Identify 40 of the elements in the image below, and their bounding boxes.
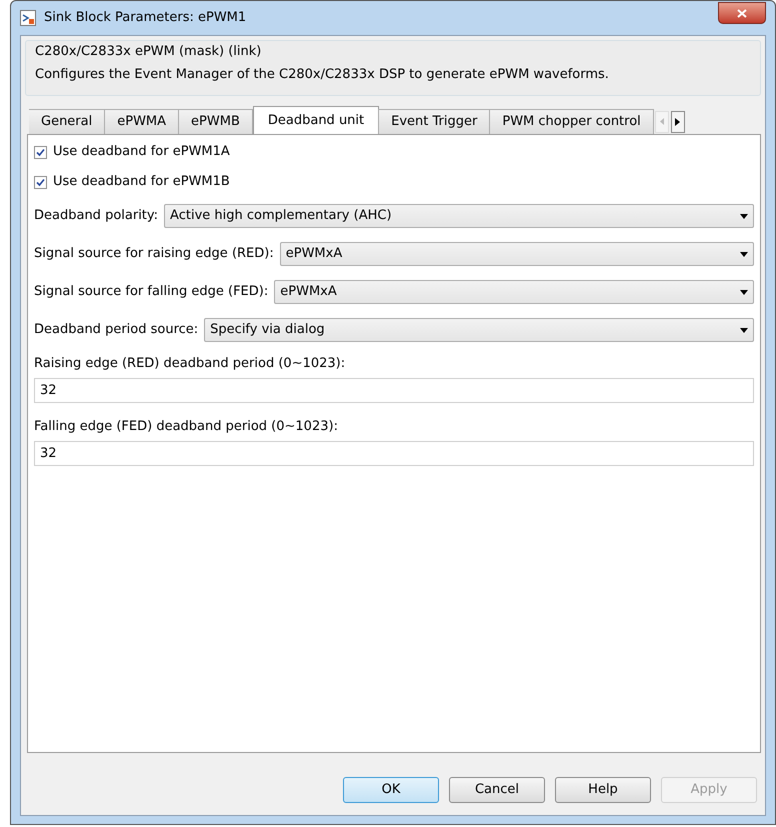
dialog-button[interactable]: Help	[555, 777, 651, 803]
checkbox[interactable]	[34, 146, 47, 158]
dropdown[interactable]: Active high complementary (AHC)	[164, 204, 754, 228]
caret-icon	[740, 290, 748, 294]
tab[interactable]: PWM chopper control	[489, 109, 654, 134]
tab[interactable]: ePWMA	[104, 109, 180, 134]
checkmark-icon	[36, 178, 45, 186]
field-label: Deadband polarity:	[34, 207, 158, 226]
right-arrow-icon	[675, 118, 680, 126]
scroll-right-button[interactable]	[670, 110, 685, 132]
field-label: Deadband period source:	[34, 321, 198, 340]
checkbox[interactable]	[34, 176, 47, 188]
dropdown[interactable]: ePWMxA	[274, 280, 754, 304]
window-title: Sink Block Parameters: ePWM1	[44, 9, 248, 28]
mask-description: Configures the Event Manager of the C280x/C2833x DSP to generate ePWM waveforms.	[35, 66, 610, 84]
input-field[interactable]: 32	[34, 378, 754, 403]
caret-icon	[740, 214, 748, 218]
tab[interactable]: ePWMB	[178, 109, 253, 134]
block-icon	[20, 10, 36, 26]
dropdown[interactable]: Specify via dialog	[204, 318, 754, 342]
field-label: Signal source for falling edge (FED):	[34, 283, 268, 302]
close-icon	[737, 8, 747, 18]
dialog-button[interactable]: Cancel	[449, 777, 545, 803]
tab[interactable]: General	[29, 109, 106, 134]
checkbox-label: Use deadband for ePWM1B	[53, 173, 230, 192]
close-button[interactable]	[718, 2, 766, 24]
field-label: Falling edge (FED) deadband period (0~1023):	[34, 418, 339, 436]
field-label: Raising edge (RED) deadband period (0~1023):	[34, 355, 346, 373]
input-field[interactable]: 32	[34, 441, 754, 466]
checkbox-label: Use deadband for ePWM1A	[53, 143, 230, 162]
tab[interactable]: Event Trigger	[378, 109, 490, 134]
left-arrow-icon	[660, 118, 664, 125]
tab[interactable]: Deadband unit	[252, 106, 380, 134]
dialog-button[interactable]: OK	[343, 777, 439, 803]
dropdown[interactable]: ePWMxA	[280, 242, 754, 266]
caret-icon	[740, 252, 748, 256]
checkmark-icon	[36, 148, 45, 156]
caret-icon	[740, 328, 748, 332]
mask-title: C280x/C2833x ePWM (mask) (link)	[35, 43, 262, 61]
field-label: Signal source for raising edge (RED):	[34, 245, 274, 264]
